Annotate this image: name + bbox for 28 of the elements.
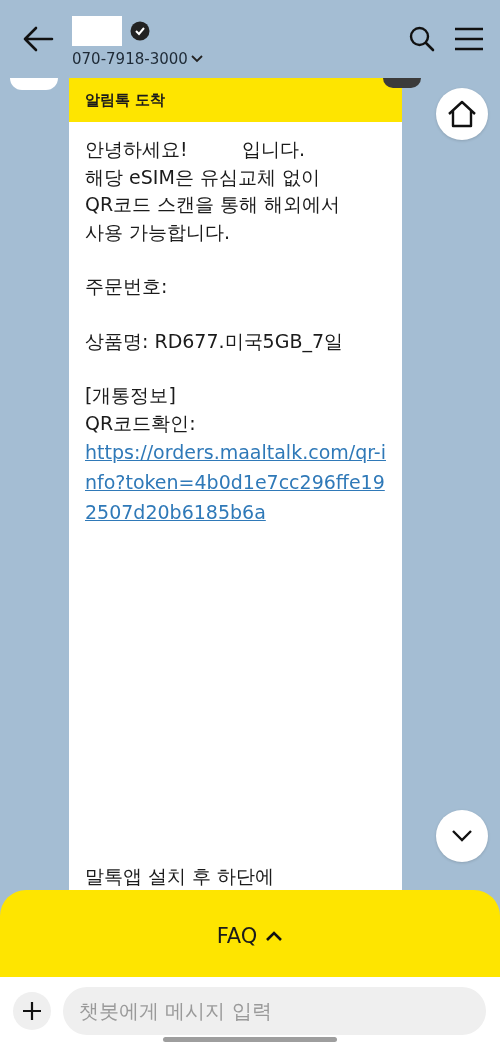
faq-button[interactable]: FAQ [0, 890, 500, 977]
search-button[interactable] [408, 25, 436, 53]
message-label: 알림톡 도착 [85, 90, 166, 110]
message-input[interactable]: 챗봇에게 메시지 입력 [63, 986, 486, 1035]
redacted-name [72, 16, 122, 46]
message-text: 상품명: RD677.미국5GB_7일 [85, 328, 344, 355]
qr-info-link[interactable]: https://orders.maaltalk.com/qr-info?token=4b0d1e7cc296ffe192507d20b6185b6a [85, 437, 390, 527]
message-text: QR코드 스캔을 통해 해외에서 [85, 192, 342, 217]
message-text: [개통정보] [85, 383, 177, 408]
home-icon [447, 100, 477, 128]
message-text: 말톡앱 설치 후 하단에 [85, 864, 276, 889]
menu-button[interactable] [454, 27, 484, 51]
verified-badge-icon [130, 21, 150, 41]
scroll-down-button[interactable] [436, 810, 488, 862]
message-text: QR코드확인: [85, 410, 197, 436]
profile-avatar [10, 78, 58, 90]
chevron-down-icon [451, 829, 473, 843]
back-button[interactable] [22, 25, 54, 53]
add-button[interactable] [13, 991, 51, 1030]
chevron-up-icon [265, 930, 284, 942]
home-button[interactable] [436, 88, 488, 140]
message-text: 안녕하세요! 입니다. [85, 137, 306, 162]
phone-number-dropdown[interactable]: 070-7918-3000 [72, 50, 390, 68]
message-text: 주문번호: [85, 274, 169, 299]
plus-icon [22, 1000, 42, 1021]
message-text: 해당 eSIM은 유심교체 없이 [85, 164, 321, 190]
message-text: 사용 가능합니다. [85, 219, 232, 245]
chevron-down-icon [190, 55, 203, 63]
